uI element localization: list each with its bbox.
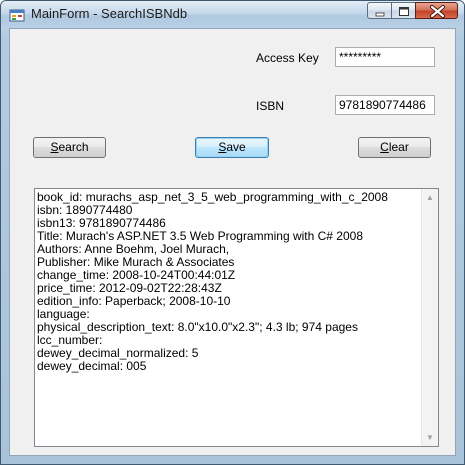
search-button[interactable]: Search — [33, 137, 106, 158]
access-key-field[interactable] — [335, 47, 435, 67]
window-title: MainForm - SearchISBNdb — [31, 6, 188, 21]
isbn-label: ISBN — [256, 99, 285, 113]
search-button-label: earch — [58, 140, 89, 154]
result-line: edition_info: Paperback; 2008-10-10 — [37, 294, 231, 308]
clear-button-label: lear — [388, 140, 409, 154]
access-key-label: Access Key — [256, 51, 319, 65]
main-window: MainForm - SearchISBNdb Access Key ISBN … — [0, 0, 465, 465]
result-line: dewey_decimal: 005 — [37, 359, 147, 373]
maximize-icon — [399, 7, 409, 16]
clear-button-mnemonic: C — [380, 140, 389, 154]
minimize-icon — [375, 12, 385, 17]
save-button[interactable]: Save — [195, 137, 269, 158]
results-text: book_id: murachs_asp_net_3_5_web_program… — [37, 191, 420, 373]
results-textbox[interactable]: book_id: murachs_asp_net_3_5_web_program… — [34, 188, 439, 447]
minimize-button[interactable] — [367, 2, 392, 19]
vertical-scrollbar[interactable]: ▲ ▼ — [421, 189, 438, 446]
form-icon — [9, 7, 25, 23]
close-icon — [430, 5, 445, 18]
isbn-field[interactable] — [335, 95, 435, 115]
title-bar[interactable]: MainForm - SearchISBNdb — [1, 1, 464, 28]
clear-button[interactable]: Clear — [358, 137, 431, 158]
save-button-label: ave — [226, 140, 246, 154]
maximize-button[interactable] — [391, 2, 416, 19]
form-client-area: Access Key ISBN Search Save Clear book_i… — [9, 28, 456, 456]
scroll-up-arrow-icon[interactable]: ▲ — [422, 189, 438, 206]
scroll-down-arrow-icon[interactable]: ▼ — [422, 429, 438, 446]
close-button[interactable] — [415, 2, 458, 19]
